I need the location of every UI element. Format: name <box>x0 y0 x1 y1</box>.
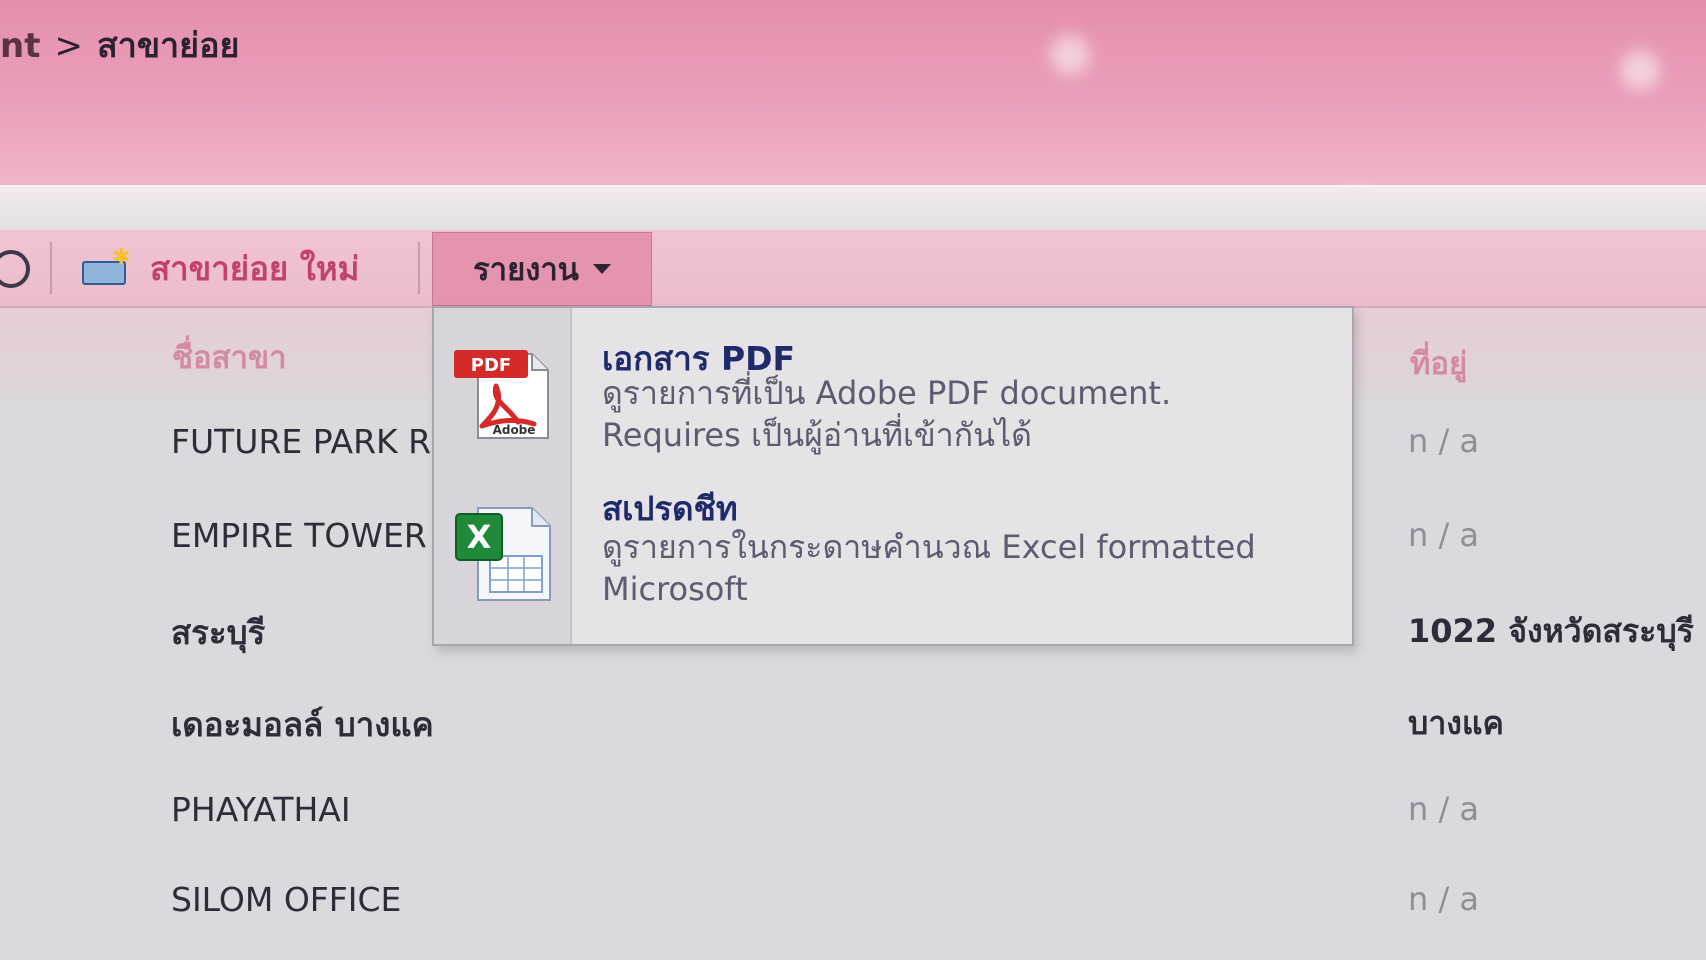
breadcrumb-separator: > <box>54 26 83 66</box>
chevron-down-icon <box>592 264 611 274</box>
branch-name[interactable]: PHAYATHAI <box>171 790 351 829</box>
branch-address: 1022 จังหวัดสระบุรี <box>1408 612 1694 650</box>
branch-address: n / a <box>1408 422 1480 460</box>
branch-address: n / a <box>1408 880 1480 918</box>
new-branch-button[interactable]: ✱ สาขาย่อย ใหม่ <box>80 240 359 296</box>
breadcrumb-current: สาขาย่อย <box>96 26 240 66</box>
toolbar-divider <box>50 242 52 294</box>
menu-item-pdf[interactable]: PDF Adobe เอกสาร PDF ดูรายการที่เป็น Ado… <box>434 308 1352 468</box>
breadcrumb-parent-link[interactable]: nt <box>0 26 40 66</box>
page-header: nt > สาขาย่อย <box>0 0 1706 214</box>
search-icon[interactable] <box>0 250 30 288</box>
report-dropdown-menu: PDF Adobe เอกสาร PDF ดูรายการที่เป็น Ado… <box>432 306 1354 646</box>
svg-text:PDF: PDF <box>471 355 511 376</box>
spreadsheet-menu-description: ดูรายการในกระดาษคำนวณ Excel formatted <box>602 528 1256 566</box>
branch-address: n / a <box>1408 516 1480 554</box>
pdf-menu-description-2: Requires เป็นผู้อ่านที่เข้ากันได้ <box>602 416 1032 454</box>
spreadsheet-menu-description-2: Microsoft <box>602 570 748 608</box>
toolbar-divider <box>418 242 420 294</box>
screen-glare <box>1050 35 1090 75</box>
breadcrumb: nt > สาขาย่อย <box>0 18 239 72</box>
svg-text:X: X <box>467 518 492 556</box>
table-row[interactable]: เดอะมอลล์ บางแค บางแค <box>0 676 1706 764</box>
column-header-branch-name[interactable]: ชื่อสาขา <box>172 332 287 382</box>
new-item-icon: ✱ <box>80 245 130 285</box>
menu-item-spreadsheet[interactable]: สเปรดชีท ดูรายการในกระดาษคำนวณ Excel for… <box>434 470 1352 630</box>
table-row[interactable]: SILOM OFFICE n / a <box>0 858 1706 946</box>
branch-address: n / a <box>1408 790 1480 828</box>
report-dropdown-button[interactable]: รายงาน <box>432 232 652 306</box>
toolbar: ✱ สาขาย่อย ใหม่ <box>0 230 1706 308</box>
branch-name[interactable]: EMPIRE TOWER <box>171 516 427 555</box>
branch-name[interactable]: สระบุรี <box>171 606 265 659</box>
column-header-address[interactable]: ที่อยู่ <box>1410 338 1467 388</box>
branch-name[interactable]: SILOM OFFICE <box>171 880 401 919</box>
branch-address: บางแค <box>1408 704 1504 742</box>
table-row[interactable]: PHAYATHAI n / a <box>0 768 1706 856</box>
pdf-file-icon: PDF Adobe <box>454 350 549 439</box>
header-strip <box>0 185 1706 234</box>
svg-text:Adobe: Adobe <box>493 423 536 437</box>
report-label: รายงาน <box>473 252 579 288</box>
screen-glare <box>1620 50 1660 90</box>
branch-name[interactable]: เดอะมอลล์ บางแค <box>171 698 434 751</box>
new-branch-label: สาขาย่อย ใหม่ <box>150 248 360 288</box>
excel-file-icon: X <box>455 507 551 601</box>
pdf-menu-description: ดูรายการที่เป็น Adobe PDF document. <box>602 374 1172 412</box>
branch-name[interactable]: FUTURE PARK R <box>171 422 431 461</box>
